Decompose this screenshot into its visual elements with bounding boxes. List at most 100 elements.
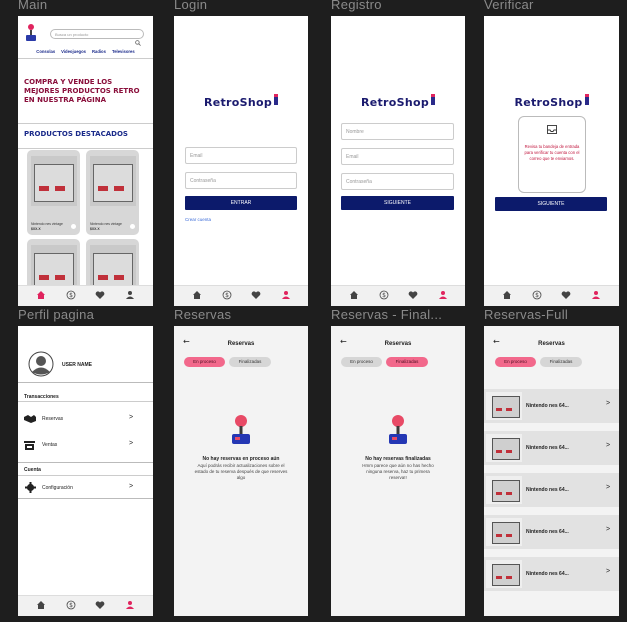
name-field[interactable]: Nombre (341, 123, 454, 140)
joystick-icon (584, 94, 589, 105)
home-icon[interactable] (36, 600, 46, 610)
heart-icon[interactable] (408, 290, 418, 300)
frame-title-reservas-full: Reservas-Full (484, 307, 569, 322)
svg-text:$: $ (69, 292, 73, 299)
menu-item-label: Ventas (42, 442, 58, 448)
create-account-link[interactable]: Crear cuenta (185, 217, 211, 222)
main-frame: Busca un producto Consolas Videojuegos R… (18, 16, 153, 306)
reservation-row[interactable]: Nintendo nes 64... > (484, 473, 619, 507)
menu-item-reservas[interactable]: Reservas > (18, 410, 153, 430)
home-icon[interactable] (36, 290, 46, 300)
joystick-icon (431, 94, 436, 105)
verify-message: Revisa tu bandeja de entrada para verifi… (524, 144, 580, 161)
handshake-icon (24, 415, 36, 423)
home-icon[interactable] (349, 290, 359, 300)
next-button[interactable]: SIGUIENTE (495, 197, 607, 211)
menu-item-ventas[interactable]: Ventas > (18, 436, 153, 456)
search-icon[interactable] (135, 31, 141, 46)
user-icon[interactable] (591, 290, 601, 300)
password-field[interactable]: Contraseña (185, 172, 297, 189)
tab-en-proceso[interactable]: En proceso (495, 357, 536, 367)
reservation-title: Nintendo nes 64... (526, 571, 569, 577)
password-field[interactable]: Contraseña (341, 173, 454, 190)
empty-message: Hmm parece que aún no has hecho ninguna … (362, 463, 434, 480)
heart-icon[interactable] (561, 290, 571, 300)
home-icon[interactable] (502, 290, 512, 300)
user-icon[interactable] (125, 600, 135, 610)
perfil-frame: USER NAME Transacciones Reservas > Venta… (18, 326, 153, 616)
category-televisores[interactable]: Televisores (112, 49, 135, 57)
retroshop-logo: RetroShop (174, 94, 308, 109)
reservation-row[interactable]: Nintendo nes 64... > (484, 389, 619, 423)
retroshop-logo: RetroShop (331, 94, 465, 109)
product-card[interactable]: Nintendo nes vintage $XX.X (27, 150, 80, 235)
dollar-icon[interactable]: $ (379, 290, 389, 300)
next-button[interactable]: SIGUIENTE (341, 196, 454, 210)
joystick-icon (232, 415, 250, 444)
reservation-row[interactable]: Nintendo nes 64... > (484, 515, 619, 549)
category-consolas[interactable]: Consolas (36, 49, 55, 57)
reservas-frame: ← Reservas En proceso Finalizadas No hay… (174, 326, 308, 616)
add-icon[interactable] (130, 224, 135, 229)
dollar-icon[interactable]: $ (66, 600, 76, 610)
verificar-frame: RetroShop Revisa tu bandeja de entrada p… (484, 16, 619, 306)
hero-text: COMPRA Y VENDE LOS MEJORES PRODUCTOS RET… (24, 78, 140, 104)
joystick-icon (274, 94, 279, 105)
heart-icon[interactable] (95, 290, 105, 300)
heart-icon[interactable] (95, 600, 105, 610)
logo-text: RetroShop (360, 96, 430, 109)
product-card[interactable]: Nintendo nes vintage $XX.X (86, 150, 139, 235)
frame-title-verificar: Verificar (484, 0, 534, 12)
bottom-nav: $ (174, 285, 308, 306)
category-videojuegos[interactable]: Videojuegos (61, 49, 86, 57)
tab-en-proceso[interactable]: En proceso (184, 357, 225, 367)
category-bar: Consolas Videojuegos Radios Televisores (18, 49, 153, 57)
divider (18, 58, 153, 59)
svg-text:$: $ (69, 602, 73, 609)
tab-finalizadas[interactable]: Finalizadas (229, 357, 271, 367)
tab-finalizadas[interactable]: Finalizadas (540, 357, 582, 367)
joystick-icon (389, 415, 407, 444)
chevron-right-icon: > (129, 414, 134, 421)
bottom-nav: $ (18, 595, 153, 616)
category-radios[interactable]: Radios (92, 49, 106, 57)
tab-finalizadas[interactable]: Finalizadas (386, 357, 428, 367)
login-button[interactable]: ENTRAR (185, 196, 297, 210)
search-input[interactable]: Busca un producto (50, 29, 144, 39)
dollar-icon[interactable]: $ (532, 290, 542, 300)
menu-item-configuracion[interactable]: Configuración > (18, 479, 153, 497)
login-frame: RetroShop Email Contraseña ENTRAR Crear … (174, 16, 308, 306)
divider (18, 475, 153, 476)
email-field[interactable]: Email (341, 148, 454, 165)
bottom-nav: $ (331, 285, 465, 306)
svg-text:$: $ (225, 292, 229, 299)
username: USER NAME (62, 362, 93, 368)
reservation-title: Nintendo nes 64... (526, 529, 569, 535)
nes-console-image (90, 156, 136, 206)
empty-title: No hay reservas finalizadas (365, 456, 431, 462)
reservation-row[interactable]: Nintendo nes 64... > (484, 557, 619, 591)
reservation-row[interactable]: Nintendo nes 64... > (484, 431, 619, 465)
divider (18, 498, 153, 499)
tab-en-proceso[interactable]: En proceso (341, 357, 382, 367)
nes-console-image (486, 476, 522, 504)
user-icon[interactable] (125, 290, 135, 300)
frame-title-reservas: Reservas (174, 307, 232, 322)
email-field[interactable]: Email (185, 147, 297, 164)
svg-text:$: $ (382, 292, 386, 299)
bottom-nav: $ (484, 285, 619, 306)
dollar-icon[interactable]: $ (222, 290, 232, 300)
home-icon[interactable] (192, 290, 202, 300)
add-icon[interactable] (71, 224, 76, 229)
reservation-title: Nintendo nes 64... (526, 487, 569, 493)
frame-title-reservas-final: Reservas - Final... (331, 307, 443, 322)
empty-message: Aquí podrás recibir actualizaciones sobr… (194, 463, 288, 480)
heart-icon[interactable] (251, 290, 261, 300)
chevron-right-icon: > (606, 526, 611, 533)
user-icon[interactable] (438, 290, 448, 300)
section-cuenta: Cuenta (24, 467, 41, 473)
divider (18, 123, 153, 124)
dollar-icon[interactable]: $ (66, 290, 76, 300)
featured-title: PRODUCTOS DESTACADOS (24, 130, 128, 138)
user-icon[interactable] (281, 290, 291, 300)
